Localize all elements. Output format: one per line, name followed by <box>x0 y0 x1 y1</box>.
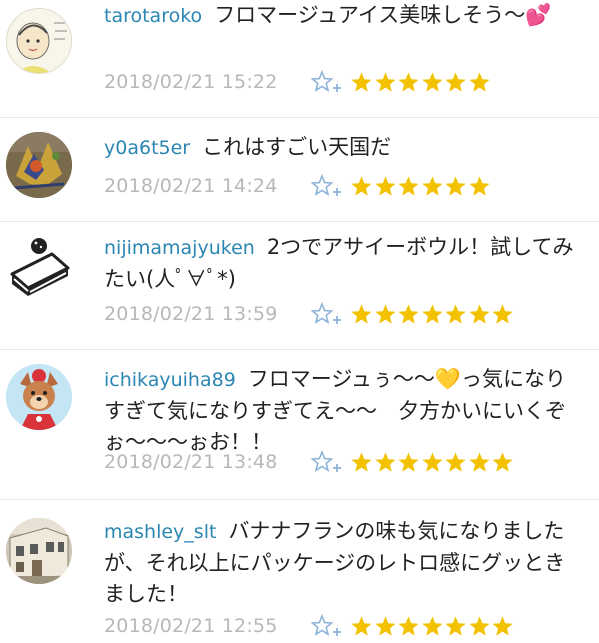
star-icon <box>445 451 466 472</box>
timestamp: 2018/02/21 14:24 <box>104 175 278 197</box>
add-star-icon[interactable] <box>310 69 344 95</box>
comment-item: tarotaroko フロマージュアイス美味しそう〜💕 2018/02/21 15… <box>0 0 599 118</box>
star-icon <box>468 71 490 92</box>
star-icon <box>421 451 443 472</box>
star-icon <box>468 303 490 324</box>
star-icon <box>445 615 466 636</box>
star-icon <box>421 175 443 196</box>
comment-text: これはすごい天国だ <box>202 135 392 159</box>
comment-body: y0a6t5er これはすごい天国だ <box>104 132 575 164</box>
building-photo-avatar <box>6 518 72 584</box>
star-icon <box>351 71 372 92</box>
add-star-icon[interactable] <box>310 301 344 327</box>
star-icon <box>398 615 419 636</box>
star-icon <box>374 303 396 324</box>
star-icon <box>351 303 372 324</box>
star-icon <box>445 71 466 92</box>
comment-body: mashley_slt バナナフランの味も気になりましたが、それ以上にパッケージの… <box>104 516 575 610</box>
username-link[interactable]: mashley_slt <box>104 521 216 543</box>
comment-content: y0a6t5er これはすごい天国だ <box>104 132 575 164</box>
star-icon <box>374 451 396 472</box>
comment-item: mashley_slt バナナフランの味も気になりましたが、それ以上にパッケージの… <box>0 500 599 640</box>
username-link[interactable]: tarotaroko <box>104 5 202 27</box>
star-icon <box>351 451 372 472</box>
star-icon <box>351 615 372 636</box>
star-icon <box>468 451 490 472</box>
star-icon <box>445 303 466 324</box>
comment-meta: 2018/02/21 13:48 <box>104 448 515 476</box>
username-link[interactable]: y0a6t5er <box>104 137 190 159</box>
cake-icon-avatar <box>6 232 72 298</box>
avatar[interactable] <box>6 364 72 430</box>
avatar[interactable] <box>6 232 72 298</box>
child-sketch-avatar <box>7 9 71 73</box>
star-icon <box>398 451 419 472</box>
comment-content: ichikayuiha89 フロマージュぅ〜〜💛っ気になりすぎて気になりすぎてえ〜… <box>104 364 575 458</box>
star-list[interactable] <box>350 451 515 474</box>
avatar[interactable] <box>6 518 72 584</box>
star-icon <box>445 175 466 196</box>
comment-meta: 2018/02/21 15:22 <box>104 68 491 96</box>
star-icon <box>398 71 419 92</box>
comment-item: y0a6t5er これはすごい天国だ 2018/02/21 14:24 <box>0 118 599 222</box>
star-icon <box>351 175 372 196</box>
username-link[interactable]: nijimamajyuken <box>104 237 255 259</box>
timestamp: 2018/02/21 13:59 <box>104 303 278 325</box>
username-link[interactable]: ichikayuiha89 <box>104 369 236 391</box>
comment-meta: 2018/02/21 12:55 <box>104 612 515 640</box>
star-icon <box>421 303 443 324</box>
comment-meta: 2018/02/21 14:24 <box>104 172 491 200</box>
timestamp: 2018/02/21 15:22 <box>104 71 278 93</box>
star-list[interactable] <box>350 71 491 94</box>
comment-content: tarotaroko フロマージュアイス美味しそう〜💕 <box>104 0 575 32</box>
star-list[interactable] <box>350 615 515 638</box>
star-list[interactable] <box>350 175 491 198</box>
timestamp: 2018/02/21 12:55 <box>104 615 278 637</box>
add-star-icon[interactable] <box>310 173 344 199</box>
star-icon <box>374 615 396 636</box>
dog-character-avatar <box>6 364 72 430</box>
comment-body: nijimamajyuken 2つでアサイーボウル！試してみたい(人ﾟ∀ﾟ*) <box>104 232 575 295</box>
comment-content: nijimamajyuken 2つでアサイーボウル！試してみたい(人ﾟ∀ﾟ*) <box>104 232 575 295</box>
comment-item: ichikayuiha89 フロマージュぅ〜〜💛っ気になりすぎて気になりすぎてえ〜… <box>0 350 599 500</box>
star-icon <box>492 615 513 636</box>
avatar[interactable] <box>6 132 72 198</box>
add-star-icon[interactable] <box>310 449 344 475</box>
comment-meta: 2018/02/21 13:59 <box>104 300 515 328</box>
star-icon <box>421 71 443 92</box>
artwork-avatar <box>6 132 72 198</box>
add-star-icon[interactable] <box>310 613 344 639</box>
star-list[interactable] <box>350 303 515 326</box>
star-icon <box>492 451 513 472</box>
avatar[interactable] <box>6 8 72 74</box>
comment-body: ichikayuiha89 フロマージュぅ〜〜💛っ気になりすぎて気になりすぎてえ〜… <box>104 364 575 458</box>
star-icon <box>398 303 419 324</box>
timestamp: 2018/02/21 13:48 <box>104 451 278 473</box>
star-icon <box>374 71 396 92</box>
star-icon <box>398 175 419 196</box>
comment-item: nijimamajyuken 2つでアサイーボウル！試してみたい(人ﾟ∀ﾟ*) 2… <box>0 222 599 350</box>
comment-content: mashley_slt バナナフランの味も気になりましたが、それ以上にパッケージの… <box>104 516 575 610</box>
comment-body: tarotaroko フロマージュアイス美味しそう〜💕 <box>104 0 575 32</box>
star-icon <box>421 615 443 636</box>
star-icon <box>492 303 513 324</box>
star-icon <box>468 175 490 196</box>
comment-text: フロマージュアイス美味しそう〜💕 <box>214 3 552 27</box>
star-icon <box>468 615 490 636</box>
star-icon <box>374 175 396 196</box>
